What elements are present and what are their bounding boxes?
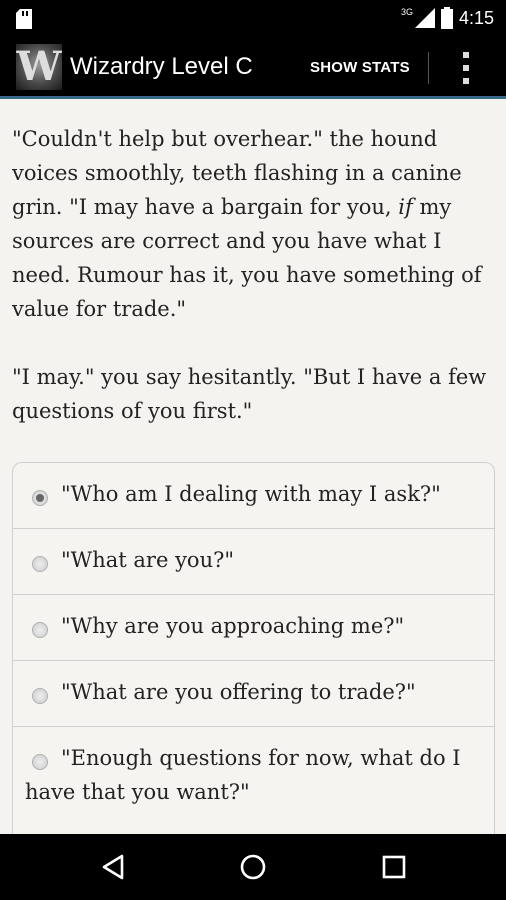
- recents-icon[interactable]: [378, 851, 410, 883]
- story-text: "Couldn't help but overhear." the hound …: [12, 122, 496, 428]
- emphasis: if: [398, 195, 413, 219]
- clock: 4:15: [458, 7, 494, 28]
- story-paragraph: "I may." you say hesitantly. "But I have…: [12, 365, 487, 423]
- app-bar: W Wizardry Level C SHOW STATS: [0, 36, 506, 99]
- show-stats-button[interactable]: SHOW STATS: [310, 59, 410, 76]
- radio-button[interactable]: [32, 754, 48, 770]
- navigation-bar: [0, 834, 506, 900]
- app-logo: W: [16, 43, 62, 90]
- choice-label: "Enough questions for now, what do I hav…: [25, 746, 461, 804]
- choice-option[interactable]: "What are you offering to trade?": [13, 661, 494, 727]
- battery-icon: [440, 7, 453, 29]
- signal-icon: [414, 8, 435, 28]
- radio-button[interactable]: [32, 622, 48, 638]
- choice-label: "What are you offering to trade?": [61, 680, 416, 704]
- choice-list: "Who am I dealing with may I ask?" "What…: [12, 462, 495, 834]
- sd-card-icon: [16, 9, 32, 29]
- choice-option[interactable]: "Why are you approaching me?": [13, 595, 494, 661]
- choice-option[interactable]: "Enough questions for now, what do I hav…: [13, 727, 494, 826]
- network-type: 3G: [400, 7, 413, 17]
- choice-label: "What are you?": [61, 548, 235, 572]
- home-icon[interactable]: [237, 851, 269, 883]
- story-paragraph: "Couldn't help but overhear." the hound …: [12, 127, 482, 321]
- choice-option[interactable]: "What are you?": [13, 529, 494, 595]
- choice-option[interactable]: "Who am I dealing with may I ask?": [13, 463, 494, 529]
- choice-label: "Why are you approaching me?": [61, 614, 405, 638]
- action-divider: [428, 52, 429, 84]
- radio-button-checked[interactable]: [32, 490, 48, 506]
- overflow-menu-icon[interactable]: [458, 52, 474, 84]
- radio-button[interactable]: [32, 688, 48, 704]
- back-icon[interactable]: [98, 851, 130, 883]
- radio-button[interactable]: [32, 556, 48, 572]
- app-title: Wizardry Level C: [70, 53, 253, 80]
- choice-label: "Who am I dealing with may I ask?": [61, 482, 441, 506]
- status-bar: 3G 4:15: [0, 0, 506, 36]
